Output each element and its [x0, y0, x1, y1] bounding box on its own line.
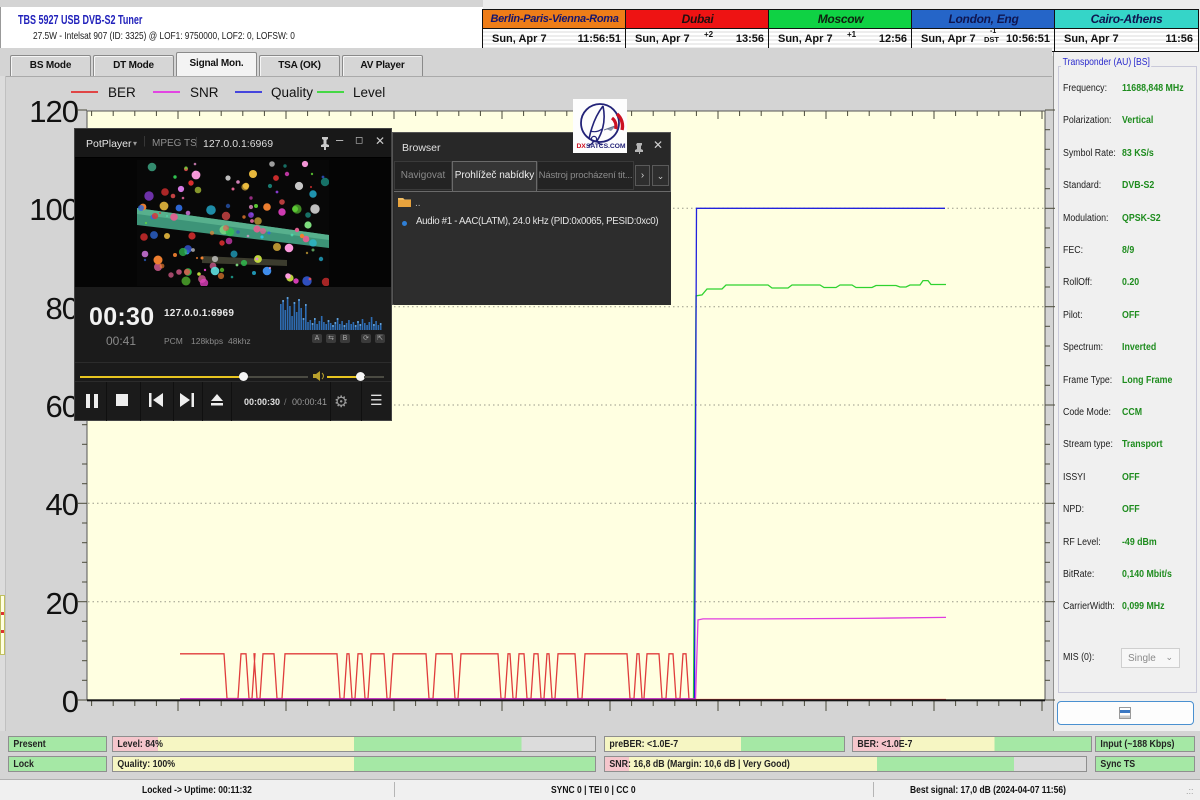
svg-text:SATCS.COM: SATCS.COM	[586, 143, 626, 150]
svg-text:DX: DX	[577, 143, 587, 150]
